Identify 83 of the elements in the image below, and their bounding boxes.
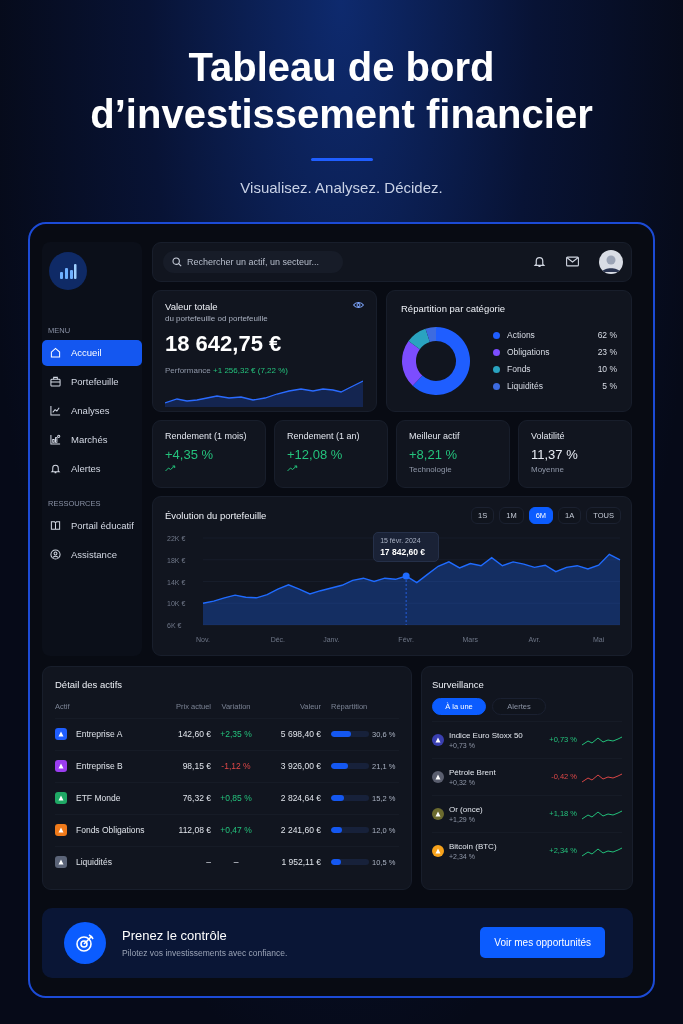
table-cell-text: 142,60 € bbox=[176, 729, 211, 740]
legend-label: Fonds bbox=[507, 364, 532, 375]
bar-chart-icon bbox=[50, 434, 61, 446]
sidebar-item[interactable]: Analyses bbox=[42, 397, 142, 424]
table-cell-text: 112,08 € bbox=[177, 825, 211, 836]
kpi-label: Volatilité bbox=[531, 430, 565, 441]
kpi-label: Meilleur actif bbox=[409, 430, 460, 441]
instrument-name: Indice Euro Stoxx 50 bbox=[449, 730, 524, 740]
table-cell-text: -1,12 % bbox=[220, 761, 252, 772]
sidebar-item[interactable]: Assistance bbox=[42, 541, 142, 568]
legend-value: 23 % bbox=[597, 347, 617, 358]
table-cell: Fonds Obligations bbox=[76, 825, 145, 836]
card-title: Valeur totale bbox=[165, 300, 219, 312]
table-cell-text: 2 241,60 € bbox=[279, 825, 321, 836]
performance-value: +1 256,32 € (7,22 %) bbox=[213, 365, 288, 375]
legend-value: 5 % bbox=[602, 381, 617, 392]
table-cell: Entreprise B bbox=[76, 761, 123, 772]
tooltip-value: 17 842,60 € bbox=[380, 546, 427, 557]
target-icon bbox=[64, 921, 106, 964]
trend-up-icon bbox=[287, 464, 298, 472]
card-title: Détail des actifs bbox=[55, 678, 124, 690]
legend-label: Actions bbox=[507, 330, 536, 341]
instrument-name: Or (once) bbox=[449, 804, 484, 814]
kpi-value: +8,21 % bbox=[409, 446, 458, 462]
sidebar-item[interactable]: Accueil bbox=[42, 339, 142, 366]
table-cell: Entreprise A bbox=[76, 729, 123, 740]
sidebar-item[interactable]: Alertes bbox=[42, 455, 142, 482]
kpi-label: Rendement (1 an) bbox=[287, 430, 360, 441]
banner-text: Pilotez vos investissements avec confiance. bbox=[122, 947, 289, 958]
table-cell: Liquidités bbox=[76, 857, 112, 868]
trend-up-icon bbox=[165, 464, 176, 472]
logo-icon bbox=[49, 251, 87, 290]
user-circle-icon bbox=[50, 549, 61, 561]
table-cell-text: 5 698,40 € bbox=[279, 729, 321, 740]
banner-title: Prenez le contrôle bbox=[122, 927, 228, 943]
table-cell-text: +0,47 % bbox=[219, 825, 253, 836]
avatar[interactable] bbox=[599, 249, 623, 274]
table-cell-text: 3 926,00 € bbox=[279, 761, 321, 772]
kpi-label: Rendement (1 mois) bbox=[165, 430, 247, 441]
line-chart-icon bbox=[50, 405, 61, 417]
bell-icon bbox=[50, 463, 61, 475]
card-title: Évolution du portefeuille bbox=[165, 509, 267, 521]
briefcase-icon bbox=[50, 376, 61, 388]
legend-value: 62 % bbox=[597, 330, 617, 341]
card-title: Répartition par catégorie bbox=[401, 302, 507, 314]
search-icon bbox=[172, 256, 182, 267]
table-cell-text: 1 952,11 € bbox=[280, 857, 321, 868]
bell-icon[interactable] bbox=[533, 255, 546, 269]
card-title: Surveillance bbox=[432, 678, 485, 690]
page-subtitle: Visualisez. Analysez. Décidez. bbox=[240, 178, 443, 196]
guide-line bbox=[405, 579, 407, 625]
instrument-name: Pétrole Brent bbox=[449, 767, 497, 777]
kpi-note: Moyenne bbox=[531, 464, 564, 474]
table-cell-text: +2,35 % bbox=[219, 729, 253, 740]
search-field[interactable]: Rechercher un actif, un secteur... bbox=[163, 250, 343, 273]
table-cell: ETF Monde bbox=[76, 793, 121, 804]
mail-icon[interactable] bbox=[566, 256, 579, 268]
table-cell-text: 2 824,64 € bbox=[279, 793, 321, 804]
table-cell-text: +0,85 % bbox=[219, 793, 253, 804]
home-icon bbox=[50, 347, 61, 359]
kpi-value: +12,08 % bbox=[287, 446, 343, 462]
highlight-point[interactable] bbox=[402, 572, 410, 580]
performance-label: Performance bbox=[165, 365, 211, 375]
opportunities-button[interactable]: Voir mes opportunités bbox=[480, 927, 605, 959]
kpi-note: Technologie bbox=[409, 464, 452, 474]
table-cell-text: 76,32 € bbox=[181, 793, 211, 804]
total-value: 18 642,75 € bbox=[165, 330, 283, 357]
page-title: Tableau de bord d’investissement financier bbox=[89, 44, 594, 138]
legend-label: Liquidités bbox=[507, 381, 544, 392]
sidebar-item[interactable]: Portefeuille bbox=[42, 368, 142, 395]
legend-label: Obligations bbox=[507, 347, 551, 358]
card-subtitle: du portefeuille od portefeuille bbox=[165, 313, 268, 323]
kpi-value: 11,37 % bbox=[531, 446, 578, 462]
table-cell-text: – bbox=[205, 857, 211, 868]
instrument-name: Bitcoin (BTC) bbox=[449, 841, 498, 851]
sidebar-item[interactable]: Marchés bbox=[42, 426, 142, 453]
book-icon bbox=[50, 520, 61, 532]
table-cell-text: 98,15 € bbox=[181, 761, 211, 772]
sidebar-item[interactable]: Portail éducatif bbox=[42, 512, 142, 539]
kpi-value: +4,35 % bbox=[165, 446, 214, 462]
table-cell-text: – bbox=[232, 857, 240, 868]
legend-value: 10 % bbox=[597, 364, 617, 375]
eye-icon[interactable] bbox=[353, 300, 364, 309]
